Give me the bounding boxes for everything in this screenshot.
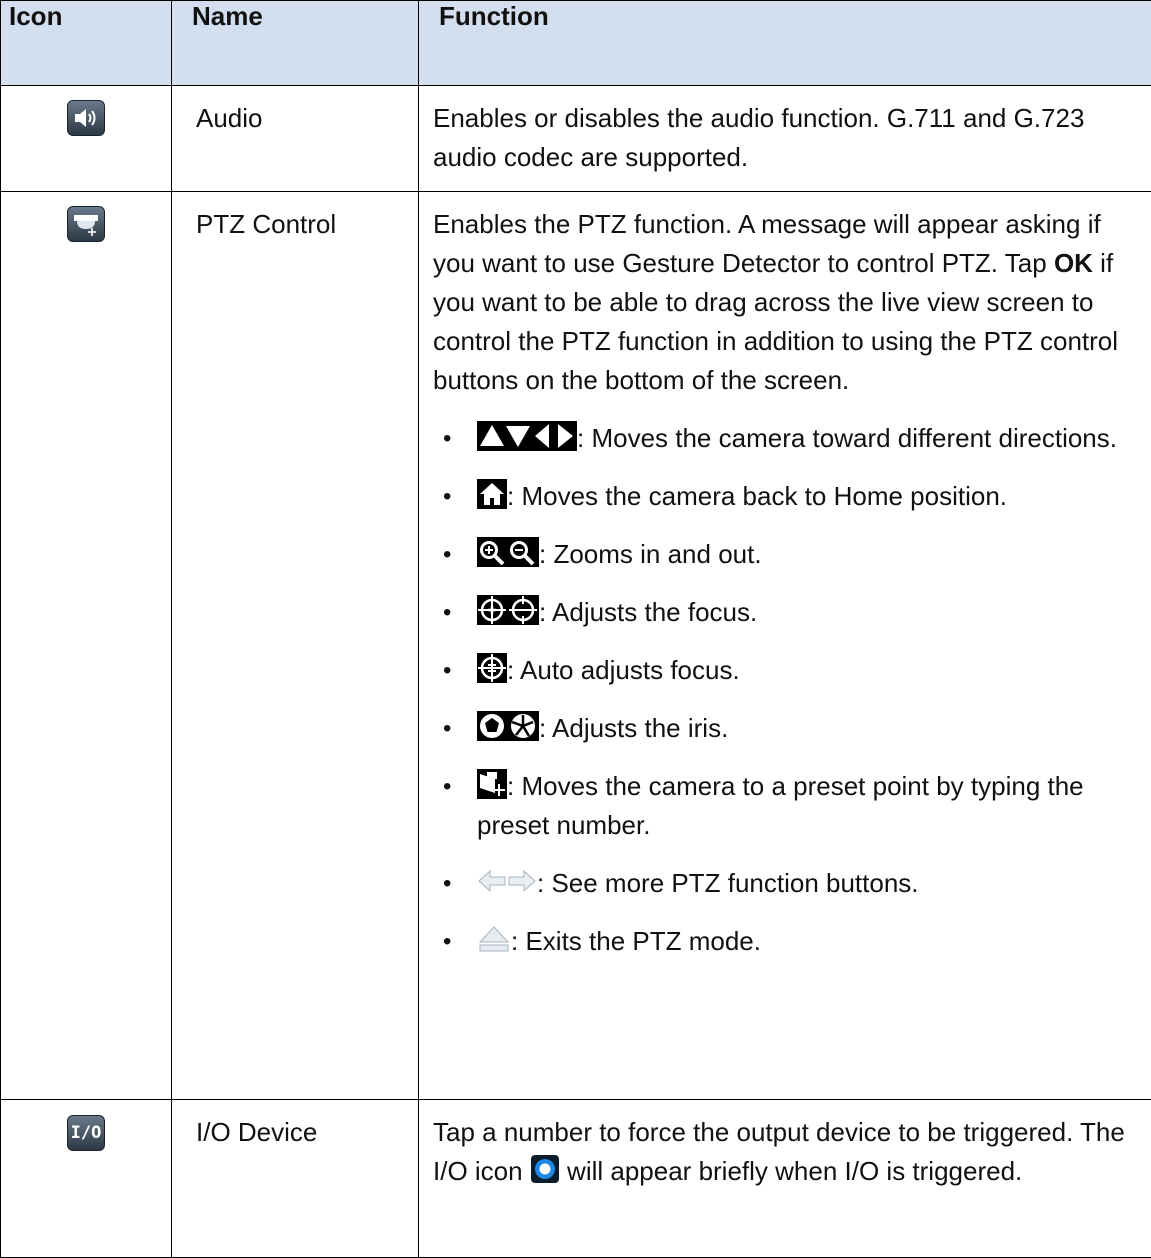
bullet-text: : Moves the camera to a preset point by … bbox=[477, 771, 1084, 840]
icon-function-table: Icon Name Function Audio Enables or disa… bbox=[0, 0, 1151, 1258]
table-row: I/O I/O Device Tap a number to force the… bbox=[1, 1100, 1151, 1258]
header-icon: Icon bbox=[1, 1, 172, 86]
bullet-text: : Adjusts the focus. bbox=[539, 597, 757, 627]
page-arrows-icon bbox=[477, 866, 537, 896]
row-icon-cell bbox=[1, 192, 172, 1100]
row-name: I/O Device bbox=[172, 1100, 419, 1258]
function-text: Enables or disables the audio function. … bbox=[433, 99, 1141, 177]
table-row: Audio Enables or disables the audio func… bbox=[1, 86, 1151, 192]
bullet-text: : Adjusts the iris. bbox=[539, 713, 728, 743]
zoom-in-icon bbox=[480, 541, 503, 564]
list-item: : Exits the PTZ mode. bbox=[433, 922, 1141, 961]
focus-near-icon bbox=[478, 596, 506, 624]
function-text: Enables the PTZ function. A message will… bbox=[433, 205, 1141, 400]
bullet-text: : Moves the camera toward different dire… bbox=[577, 423, 1117, 453]
row-function: Enables the PTZ function. A message will… bbox=[419, 192, 1151, 1100]
iris-close-icon bbox=[480, 714, 504, 738]
io-icon-label: I/O bbox=[71, 1123, 102, 1143]
zoom-icons bbox=[477, 537, 539, 567]
arrow-down-icon bbox=[506, 426, 530, 447]
bullet-text: : Exits the PTZ mode. bbox=[511, 926, 761, 956]
arrow-up-icon bbox=[480, 425, 504, 446]
eject-icon bbox=[477, 924, 511, 954]
table-header-row: Icon Name Function bbox=[1, 1, 1151, 86]
preset-icon bbox=[477, 769, 507, 799]
table-row: PTZ Control Enables the PTZ function. A … bbox=[1, 192, 1151, 1100]
zoom-out-icon bbox=[510, 541, 533, 564]
row-function: Enables or disables the audio function. … bbox=[419, 86, 1151, 192]
list-item: : See more PTZ function buttons. bbox=[433, 864, 1141, 903]
direction-arrows-icon bbox=[477, 421, 577, 451]
row-icon-cell bbox=[1, 86, 172, 192]
list-item: : Adjusts the focus. bbox=[433, 593, 1141, 632]
bullet-text: : See more PTZ function buttons. bbox=[537, 868, 919, 898]
list-item: : Moves the camera to a preset point by … bbox=[433, 767, 1141, 845]
bullet-text: : Zooms in and out. bbox=[539, 539, 762, 569]
row-icon-cell: I/O bbox=[1, 1100, 172, 1258]
ptz-bullet-list: : Moves the camera toward different dire… bbox=[433, 419, 1141, 961]
ok-bold-label: OK bbox=[1054, 248, 1093, 278]
speaker-icon bbox=[67, 100, 105, 136]
bullet-text: : Auto adjusts focus. bbox=[507, 655, 740, 685]
list-item: : Auto adjusts focus. bbox=[433, 651, 1141, 690]
io-icon: I/O bbox=[67, 1115, 105, 1151]
row-function: Tap a number to force the output device … bbox=[419, 1100, 1151, 1258]
prev-arrow-icon bbox=[479, 871, 505, 891]
function-text-part: will appear briefly when I/O is triggere… bbox=[560, 1156, 1022, 1186]
iris-icons bbox=[477, 711, 539, 741]
header-name: Name bbox=[172, 1, 419, 86]
arrow-right-icon bbox=[558, 424, 573, 448]
list-item: : Zooms in and out. bbox=[433, 535, 1141, 574]
focus-icons bbox=[477, 595, 539, 625]
next-arrow-icon bbox=[509, 871, 535, 891]
list-item: : Adjusts the iris. bbox=[433, 709, 1141, 748]
focus-far-icon bbox=[509, 596, 537, 624]
list-item: : Moves the camera back to Home position… bbox=[433, 477, 1141, 516]
arrow-left-icon bbox=[535, 424, 549, 448]
row-name: PTZ Control bbox=[172, 192, 419, 1100]
io-status-ring-icon bbox=[530, 1154, 560, 1184]
home-icon bbox=[477, 479, 507, 509]
function-text-part: Enables the PTZ function. A message will… bbox=[433, 209, 1101, 278]
list-item: : Moves the camera toward different dire… bbox=[433, 419, 1141, 458]
auto-focus-icon bbox=[477, 653, 507, 683]
header-function: Function bbox=[419, 1, 1151, 86]
ptz-camera-icon bbox=[67, 206, 105, 242]
bullet-text: : Moves the camera back to Home position… bbox=[507, 481, 1007, 511]
function-text: Tap a number to force the output device … bbox=[433, 1113, 1141, 1191]
row-name: Audio bbox=[172, 86, 419, 192]
iris-open-icon bbox=[511, 714, 535, 738]
